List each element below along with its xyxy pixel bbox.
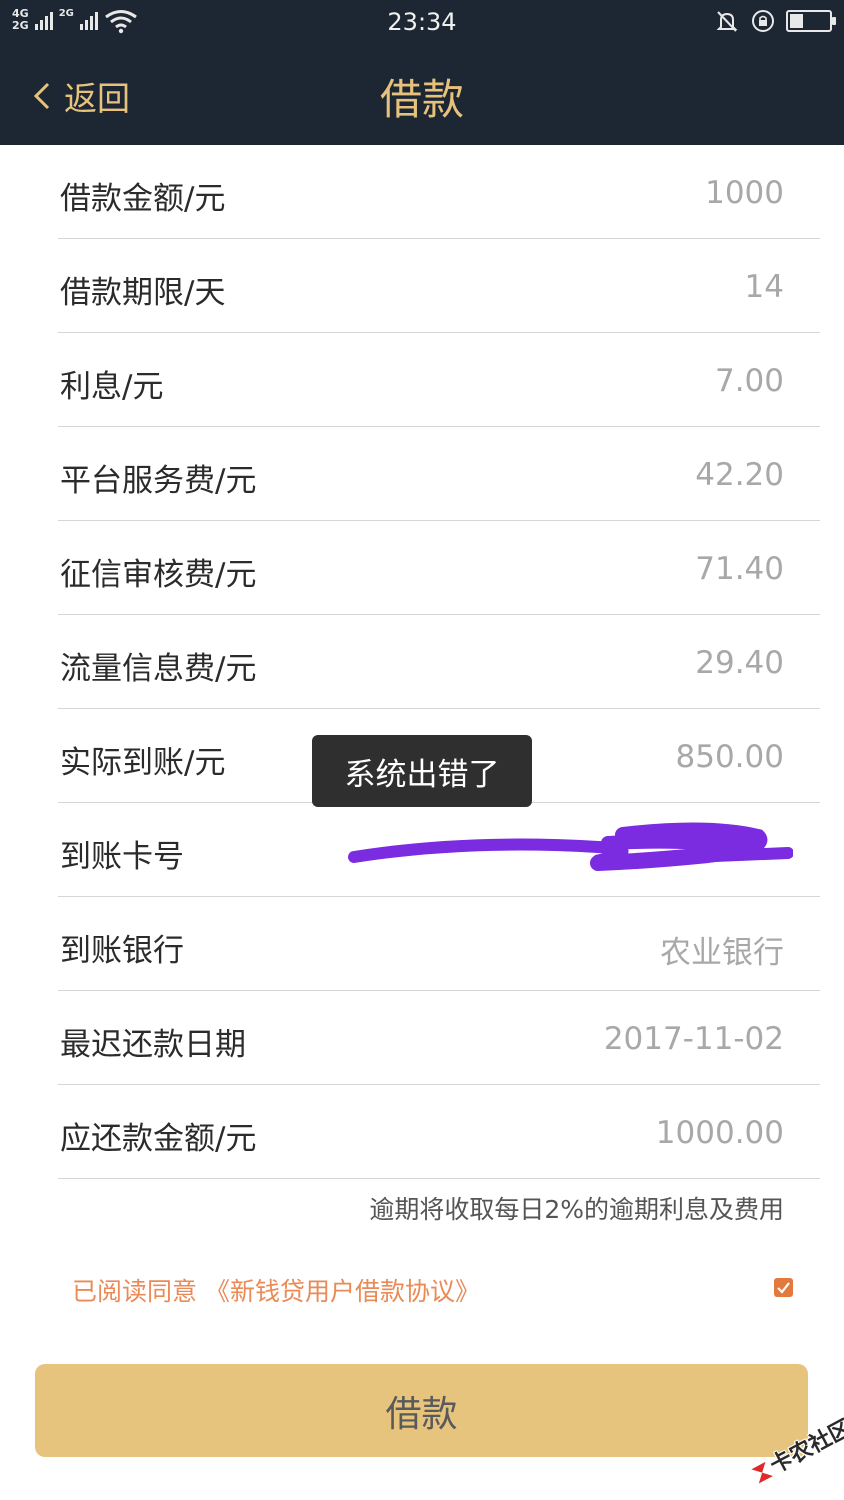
watermark-text: 卡农社区 [766, 1415, 844, 1479]
row-value: 29.40 [695, 645, 784, 681]
row-credit-review-fee: 征信审核费/元 71.40 [58, 521, 820, 615]
battery-level [790, 14, 803, 28]
row-value: 2017-11-02 [603, 1021, 784, 1057]
row-label: 应还款金额/元 [60, 1121, 257, 1157]
page-title: 借款 [379, 75, 464, 124]
row-value: 71.40 [695, 551, 784, 587]
agreement-link[interactable]: 已阅读同意 《新钱贷用户借款协议》 [72, 1272, 480, 1308]
status-bar: 4G 2G 2G 23:34 [0, 0, 844, 44]
row-label: 最迟还款日期 [60, 1027, 246, 1063]
row-platform-fee: 平台服务费/元 42.20 [58, 427, 820, 521]
nav-header: 返回 借款 [0, 44, 844, 145]
row-value: 1000 [705, 175, 784, 211]
row-value: 农业银行 [660, 935, 784, 971]
row-latest-repayment-date: 最迟还款日期 2017-11-02 [58, 991, 820, 1085]
row-loan-term: 借款期限/天 14 [58, 239, 820, 333]
row-receiving-bank: 到账银行 农业银行 [58, 897, 820, 991]
rotation-lock-icon [752, 10, 774, 32]
redaction-scribble [348, 822, 793, 871]
row-label: 到账银行 [60, 933, 184, 969]
agreement-checkbox[interactable] [774, 1278, 793, 1297]
bell-muted-icon [716, 11, 738, 32]
row-label: 到账卡号 [60, 839, 184, 875]
row-label: 流量信息费/元 [60, 651, 257, 687]
row-value: 42.20 [695, 457, 784, 493]
battery-icon [786, 10, 836, 32]
row-label: 征信审核费/元 [60, 557, 257, 593]
overdue-notice: 逾期将收取每日2%的逾期利息及费用 [369, 1195, 784, 1224]
row-label: 利息/元 [60, 369, 164, 405]
row-repayment-amount: 应还款金额/元 1000.00 [58, 1085, 820, 1179]
loan-detail-list: 借款金额/元 1000 借款期限/天 14 利息/元 7.00 平台服务费/元 … [0, 145, 844, 1179]
row-value: 7.00 [714, 363, 784, 399]
row-traffic-info-fee: 流量信息费/元 29.40 [58, 615, 820, 709]
row-label: 借款期限/天 [60, 275, 226, 311]
row-value: 1000.00 [655, 1115, 784, 1151]
row-value: 14 [744, 269, 784, 305]
row-label: 平台服务费/元 [60, 463, 257, 499]
row-interest: 利息/元 7.00 [58, 333, 820, 427]
row-value: 850.00 [675, 739, 784, 775]
row-loan-amount: 借款金额/元 1000 [58, 145, 820, 239]
loan-submit-button[interactable]: 借款 [35, 1364, 808, 1457]
error-toast: 系统出错了 [312, 735, 532, 807]
row-card-number: 到账卡号 [58, 803, 820, 897]
status-icons [714, 8, 836, 34]
row-label: 实际到账/元 [60, 745, 226, 781]
row-label: 借款金额/元 [60, 181, 226, 217]
checkmark-icon [777, 1282, 790, 1294]
